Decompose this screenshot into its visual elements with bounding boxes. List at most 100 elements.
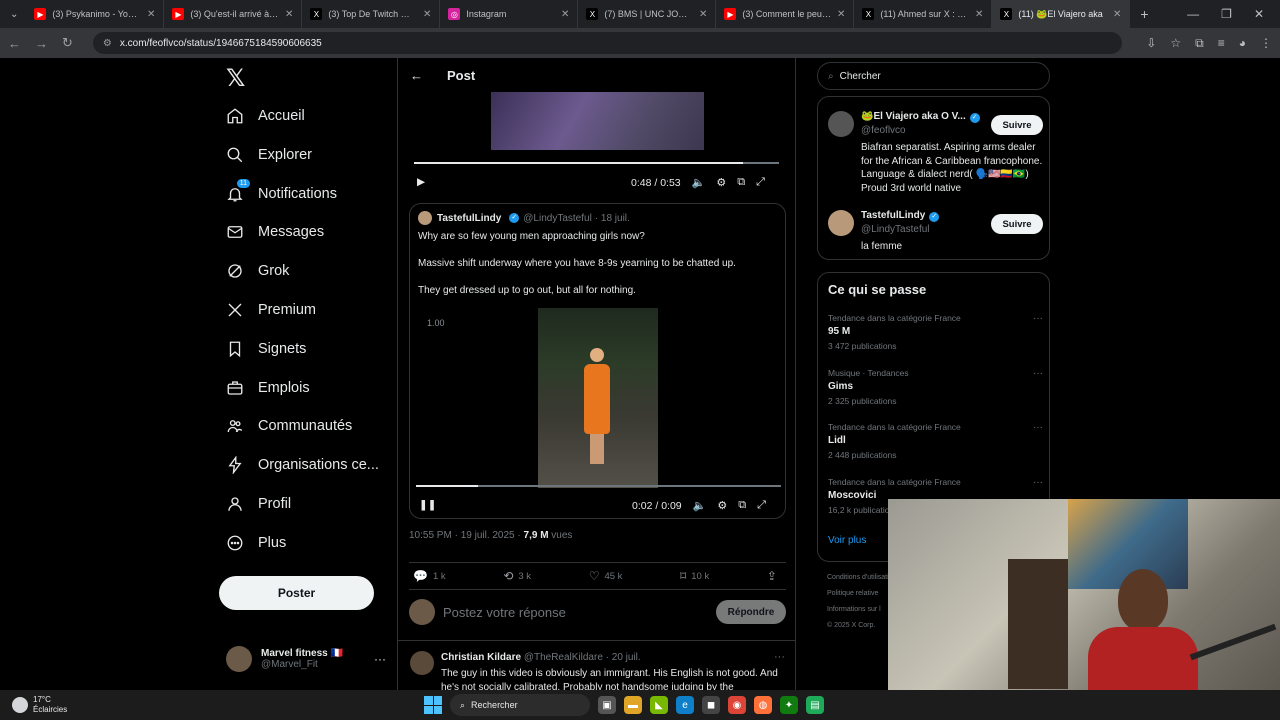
back-icon[interactable]: ←	[8, 36, 21, 51]
taskbar-search[interactable]: ⌕ Rechercher	[450, 694, 590, 716]
trend-item[interactable]: Tendance dans la catégorie France Lidl 2 4…	[828, 422, 1043, 460]
browser-tab[interactable]: X (11) Ahmed sur X : "Un G ✕	[854, 0, 993, 28]
reply-button[interactable]: 💬 1 k	[413, 569, 446, 583]
reply-post[interactable]: Christian Kildare @TheRealKildare · 20 j…	[398, 640, 795, 690]
tab-close-icon[interactable]: ✕	[285, 9, 293, 20]
more-icon[interactable]: ···	[1033, 313, 1043, 324]
site-info-icon[interactable]: ⚙	[103, 38, 112, 49]
install-icon[interactable]: ⇩	[1146, 36, 1156, 50]
back-arrow-icon[interactable]: ←	[410, 68, 423, 83]
see-more-link[interactable]: Voir plus	[828, 535, 866, 546]
share-button[interactable]: ⇪	[767, 569, 782, 583]
account-switcher[interactable]: Marvel fitness 🇫🇷 @Marvel_Fit ···	[226, 642, 386, 676]
tab-close-icon[interactable]: ✕	[1113, 9, 1121, 20]
footer-link[interactable]: © 2025 X Corp.	[827, 618, 897, 634]
video-frame[interactable]	[491, 88, 704, 150]
fullscreen-icon[interactable]: ⤢	[757, 499, 766, 512]
maximize-icon[interactable]: ❐	[1221, 7, 1232, 21]
browser-tab[interactable]: ▶ (3) Qu'est-il arrivé à ROBIN ✕	[164, 0, 303, 28]
close-window-icon[interactable]: ✕	[1254, 7, 1264, 21]
more-icon[interactable]: ···	[774, 651, 785, 663]
sidebar-item-signets[interactable]: Signets	[226, 332, 306, 366]
x-logo-icon[interactable]: 𝕏	[226, 64, 245, 93]
weather-widget[interactable]: 17°C Éclaircies	[12, 695, 67, 715]
reading-list-icon[interactable]: ≡	[1218, 36, 1225, 50]
chrome-icon[interactable]: ◉	[728, 696, 746, 714]
explorer-icon[interactable]: ▬	[624, 696, 642, 714]
heart-button[interactable]: ♡ 45 k	[589, 569, 623, 583]
minimize-icon[interactable]: —	[1187, 7, 1199, 21]
sidebar-item-accueil[interactable]: Accueil	[226, 99, 305, 133]
more-icon[interactable]: ···	[1033, 477, 1043, 488]
search-input[interactable]: ⌕ Chercher	[817, 62, 1050, 90]
tab-close-icon[interactable]: ✕	[423, 9, 431, 20]
store-icon[interactable]: ◼	[702, 696, 720, 714]
pause-icon[interactable]: ❚❚	[419, 499, 437, 511]
firefox-icon[interactable]: ◍	[754, 696, 772, 714]
windows-start-icon[interactable]	[424, 696, 442, 714]
footer-link[interactable]: Conditions d'utilisation	[827, 570, 897, 586]
pip-icon[interactable]: ⧉	[738, 499, 746, 512]
sidebar-item-notifications[interactable]: 11 Notifications	[226, 177, 337, 211]
sidebar-item-emplois[interactable]: Emplois	[226, 371, 310, 405]
browser-menu-icon[interactable]: ⋮	[1260, 36, 1272, 50]
sidebar-item-explorer[interactable]: Explorer	[226, 138, 312, 172]
nvidia-icon[interactable]: ◣	[650, 696, 668, 714]
footer-link[interactable]: Politique relative	[827, 586, 897, 602]
browser-tab[interactable]: ▶ (3) Comment le peuple ju ✕	[716, 0, 855, 28]
xbox-icon[interactable]: ✦	[780, 696, 798, 714]
quote-video[interactable]: 1.00 ❚❚ 0:02 / 0:09 🔈 ⚙ ⧉ ⤢	[410, 308, 785, 518]
quoted-post[interactable]: TastefulLindy ✓ @LindyTasteful · 18 juil…	[409, 203, 786, 519]
browser-tab[interactable]: X (11) 🐸El Viajero aka ✕	[992, 0, 1131, 28]
tab-close-icon[interactable]: ✕	[699, 9, 707, 20]
trend-item[interactable]: Tendance dans la catégorie France 95 M 3 4…	[828, 313, 1043, 351]
url-input[interactable]: ⚙ x.com/feoflvco/status/1946675184590606…	[92, 32, 1123, 54]
browser-tab[interactable]: X (3) Top De Twitch 🔮 sur ✕	[302, 0, 441, 28]
app-icon[interactable]: ▤	[806, 696, 824, 714]
browser-tab[interactable]: ◎ Instagram ✕	[440, 0, 579, 28]
settings-gear-icon[interactable]: ⚙	[717, 499, 727, 512]
video-progress-bar[interactable]	[414, 162, 779, 164]
play-icon[interactable]: ▶	[417, 176, 425, 188]
browser-tab[interactable]: X (7) BMS | UNC JOEL (@Jo ✕	[578, 0, 717, 28]
volume-icon[interactable]: 🔈	[693, 499, 707, 512]
forward-icon[interactable]: →	[35, 36, 48, 51]
extensions-icon[interactable]: ⧉	[1195, 36, 1204, 51]
tab-close-icon[interactable]: ✕	[147, 9, 155, 20]
video-progress-bar[interactable]	[416, 485, 781, 487]
follow-button[interactable]: Suivre	[991, 115, 1043, 135]
sidebar-item-premium[interactable]: Premium	[226, 293, 316, 327]
fullscreen-icon[interactable]: ⤢	[756, 176, 765, 189]
bookmark-star-icon[interactable]: ☆	[1170, 36, 1181, 50]
trend-item[interactable]: Musique · Tendances Gims 2 325 publication…	[828, 368, 1043, 406]
tab-close-icon[interactable]: ✕	[561, 9, 569, 20]
sidebar-item-organisations-ce[interactable]: Organisations ce...	[226, 448, 379, 482]
footer-link[interactable]: Informations sur l	[827, 602, 897, 618]
sidebar-item-grok[interactable]: Grok	[226, 254, 289, 288]
more-icon[interactable]: ···	[1033, 422, 1043, 433]
profile-icon[interactable]: ◕	[1239, 36, 1246, 50]
more-icon[interactable]: ···	[374, 652, 386, 666]
more-icon[interactable]: ···	[1033, 368, 1043, 379]
follow-button[interactable]: Suivre	[991, 214, 1043, 234]
tab-close-icon[interactable]: ✕	[975, 9, 983, 20]
volume-icon[interactable]: 🔈	[692, 176, 706, 189]
edge-icon[interactable]: e	[676, 696, 694, 714]
sidebar-item-messages[interactable]: Messages	[226, 215, 324, 249]
new-tab-button[interactable]: +	[1140, 6, 1148, 22]
tab-close-icon[interactable]: ✕	[837, 9, 845, 20]
settings-gear-icon[interactable]: ⚙	[716, 176, 726, 189]
pip-icon[interactable]: ⧉	[737, 176, 745, 189]
reply-composer[interactable]: Postez votre réponse Répondre	[409, 596, 786, 628]
tab-search-dropdown-icon[interactable]: ⌄	[10, 9, 18, 20]
retweet-button[interactable]: ⟲ 3 k	[503, 569, 531, 583]
sidebar-item-profil[interactable]: Profil	[226, 487, 291, 521]
browser-tab[interactable]: ▶ (3) Psykanimo - YouTube ✕	[26, 0, 165, 28]
task-view-icon[interactable]: ▣	[598, 696, 616, 714]
reply-input[interactable]: Postez votre réponse	[443, 605, 716, 620]
sidebar-item-communautés[interactable]: Communautés	[226, 409, 352, 443]
post-button[interactable]: Poster	[219, 576, 374, 610]
sidebar-item-plus[interactable]: Plus	[226, 526, 286, 560]
bookmark-button[interactable]: ⌑ 10 k	[680, 569, 709, 583]
reply-button[interactable]: Répondre	[716, 600, 786, 624]
